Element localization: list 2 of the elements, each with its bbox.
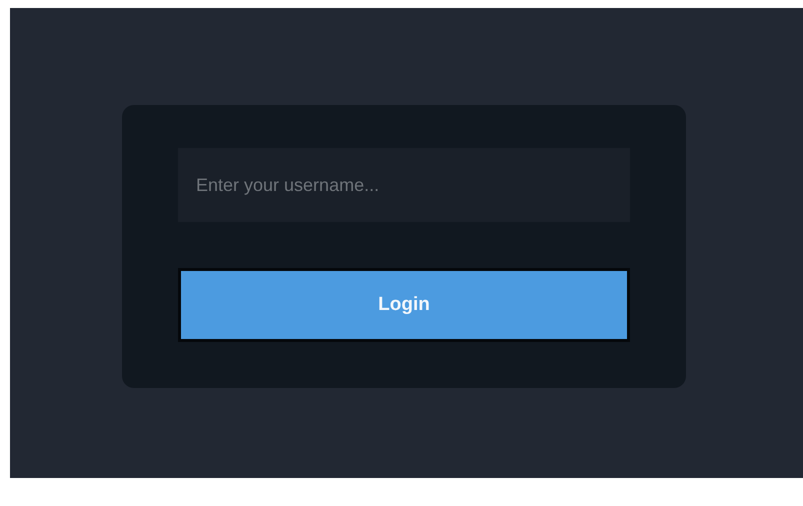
username-field[interactable]: Enter your username... [178, 148, 630, 222]
login-button[interactable]: Login [178, 268, 630, 342]
